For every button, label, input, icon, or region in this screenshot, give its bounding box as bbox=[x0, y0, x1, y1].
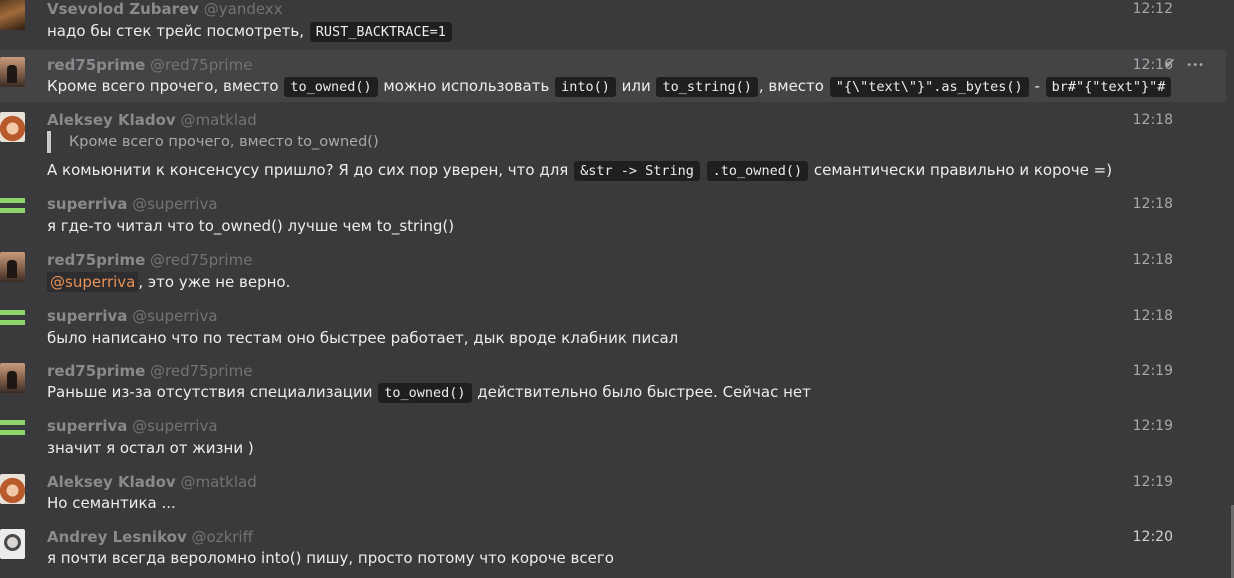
message-text: Кроме всего прочего, вместо to_owned() м… bbox=[47, 76, 1172, 97]
message-text: Но семантика ... bbox=[47, 494, 176, 512]
message-text-part: семантически правильно и короче =) bbox=[809, 161, 1113, 179]
timestamp[interactable]: 12:18 bbox=[1133, 251, 1173, 269]
user-handle[interactable]: @matklad bbox=[181, 111, 257, 129]
username[interactable]: Andrey Lesnikov bbox=[47, 528, 187, 546]
chat-message: red75prime @red75prime 12:19 Раньше из-з… bbox=[0, 360, 1226, 414]
more-options-icon[interactable]: ••• bbox=[1186, 60, 1204, 71]
message-header: red75prime @red75prime bbox=[47, 251, 252, 269]
message-text: было написано что по тестам оно быстрее … bbox=[47, 329, 679, 347]
message-header: red75prime @red75prime bbox=[47, 56, 252, 74]
chat-message-list: Vsevolod Zubarev @yandexx 12:12 надо бы … bbox=[0, 0, 1234, 578]
message-header: superriva @superriva bbox=[47, 307, 218, 325]
message-header: Aleksey Kladov @matklad bbox=[47, 473, 257, 491]
message-text: надо бы стек трейс посмотреть, RUST_BACK… bbox=[47, 21, 453, 42]
username[interactable]: superriva bbox=[47, 307, 127, 325]
message-header: superriva @superriva bbox=[47, 417, 218, 435]
message-text: я почти всегда вероломно into() пишу, пр… bbox=[47, 549, 614, 567]
message-text-part: или bbox=[616, 77, 656, 95]
chat-message: Andrey Lesnikov @ozkriff 12:20 я почти в… bbox=[0, 525, 1226, 578]
chat-message: superriva @superriva 12:19 значит я оста… bbox=[0, 414, 1226, 470]
avatar[interactable] bbox=[0, 308, 25, 338]
inline-code: &str -> String bbox=[574, 161, 700, 181]
avatar[interactable] bbox=[0, 252, 25, 282]
user-handle[interactable]: @superriva bbox=[132, 195, 217, 213]
message-header: superriva @superriva bbox=[47, 195, 218, 213]
avatar[interactable] bbox=[0, 474, 25, 504]
message-text-part: , это уже не верно. bbox=[138, 273, 291, 291]
avatar[interactable] bbox=[0, 0, 25, 30]
inline-code: br#"{"text"}"# bbox=[1045, 77, 1172, 97]
message-header: Vsevolod Zubarev @yandexx bbox=[47, 0, 283, 18]
username[interactable]: superriva bbox=[47, 195, 127, 213]
message-text-part: - bbox=[1029, 77, 1045, 95]
timestamp[interactable]: 12:19 bbox=[1133, 473, 1173, 491]
timestamp[interactable]: 12:18 bbox=[1133, 111, 1173, 129]
chat-message: red75prime @red75prime 12:16 ✔ ••• Кроме… bbox=[0, 50, 1226, 102]
chat-message: Aleksey Kladov @matklad 12:19 Но семанти… bbox=[0, 470, 1226, 525]
username[interactable]: Aleksey Kladov bbox=[47, 111, 176, 129]
user-handle[interactable]: @red75prime bbox=[150, 56, 252, 74]
user-handle[interactable]: @superriva bbox=[132, 307, 217, 325]
chat-message: red75prime @red75prime 12:18 @superriva,… bbox=[0, 248, 1226, 304]
message-text-part bbox=[701, 161, 706, 179]
message-text-part: надо бы стек трейс посмотреть, bbox=[47, 22, 309, 40]
username[interactable]: Aleksey Kladov bbox=[47, 473, 176, 491]
timestamp[interactable]: 12:20 bbox=[1133, 528, 1173, 546]
avatar[interactable] bbox=[0, 363, 25, 393]
message-text: А комьюнити к консенсусу пришло? Я до си… bbox=[47, 160, 1112, 181]
timestamp[interactable]: 12:18 bbox=[1133, 307, 1173, 325]
avatar[interactable] bbox=[0, 112, 25, 142]
message-actions: ✔ ••• bbox=[1164, 55, 1204, 75]
user-handle[interactable]: @red75prime bbox=[150, 362, 252, 380]
username[interactable]: red75prime bbox=[47, 251, 145, 269]
avatar[interactable] bbox=[0, 529, 25, 559]
inline-code: to_owned() bbox=[284, 77, 378, 97]
quoted-message: Кроме всего прочего, вместо to_owned() bbox=[47, 131, 379, 153]
message-text: значит я остал от жизни ) bbox=[47, 439, 254, 457]
inline-code: RUST_BACKTRACE=1 bbox=[309, 22, 452, 42]
inline-code: into() bbox=[555, 77, 616, 97]
timestamp[interactable]: 12:18 bbox=[1133, 195, 1173, 213]
user-handle[interactable]: @matklad bbox=[181, 473, 257, 491]
avatar[interactable] bbox=[0, 418, 25, 448]
timestamp[interactable]: 12:12 bbox=[1133, 0, 1173, 18]
user-handle[interactable]: @superriva bbox=[132, 417, 217, 435]
message-text: Раньше из-за отсутствия специализации to… bbox=[47, 382, 811, 403]
read-check-icon: ✔ bbox=[1164, 56, 1176, 72]
message-header: red75prime @red75prime bbox=[47, 362, 252, 380]
avatar[interactable] bbox=[0, 57, 25, 87]
chat-message: superriva @superriva 12:18 было написано… bbox=[0, 304, 1226, 360]
inline-code: "{\"text\"}".as_bytes() bbox=[829, 77, 1029, 97]
message-text-part: А комьюнити к консенсусу пришло? Я до си… bbox=[47, 161, 574, 179]
user-handle[interactable]: @yandexx bbox=[204, 0, 283, 18]
message-text-part: можно использовать bbox=[378, 77, 555, 95]
chat-message: Vsevolod Zubarev @yandexx 12:12 надо бы … bbox=[0, 0, 1226, 50]
username[interactable]: Vsevolod Zubarev bbox=[47, 0, 199, 18]
message-text-part: , вместо bbox=[758, 77, 829, 95]
message-text: я где-то читал что to_owned() лучше чем … bbox=[47, 217, 455, 235]
timestamp[interactable]: 12:19 bbox=[1133, 362, 1173, 380]
chat-message: superriva @superriva 12:18 я где-то чита… bbox=[0, 192, 1226, 248]
inline-code: to_owned() bbox=[378, 383, 472, 403]
timestamp[interactable]: 12:19 bbox=[1133, 417, 1173, 435]
username[interactable]: superriva bbox=[47, 417, 127, 435]
username[interactable]: red75prime bbox=[47, 56, 145, 74]
message-header: Andrey Lesnikov @ozkriff bbox=[47, 528, 253, 546]
chat-message: Aleksey Kladov @matklad 12:18 Кроме всег… bbox=[0, 102, 1226, 192]
inline-code: .to_owned() bbox=[706, 161, 809, 181]
message-text-part: Раньше из-за отсутствия специализации bbox=[47, 383, 378, 401]
avatar[interactable] bbox=[0, 196, 25, 226]
username[interactable]: red75prime bbox=[47, 362, 145, 380]
user-mention[interactable]: @superriva bbox=[47, 272, 139, 292]
message-header: Aleksey Kladov @matklad bbox=[47, 111, 257, 129]
user-handle[interactable]: @red75prime bbox=[150, 251, 252, 269]
message-text-part: Кроме всего прочего, вместо bbox=[47, 77, 284, 95]
message-text-part: действительно было быстрее. Сейчас нет bbox=[472, 383, 811, 401]
message-text: @superriva, это уже не верно. bbox=[47, 272, 290, 292]
user-handle[interactable]: @ozkriff bbox=[192, 528, 253, 546]
inline-code: to_string() bbox=[656, 77, 758, 97]
